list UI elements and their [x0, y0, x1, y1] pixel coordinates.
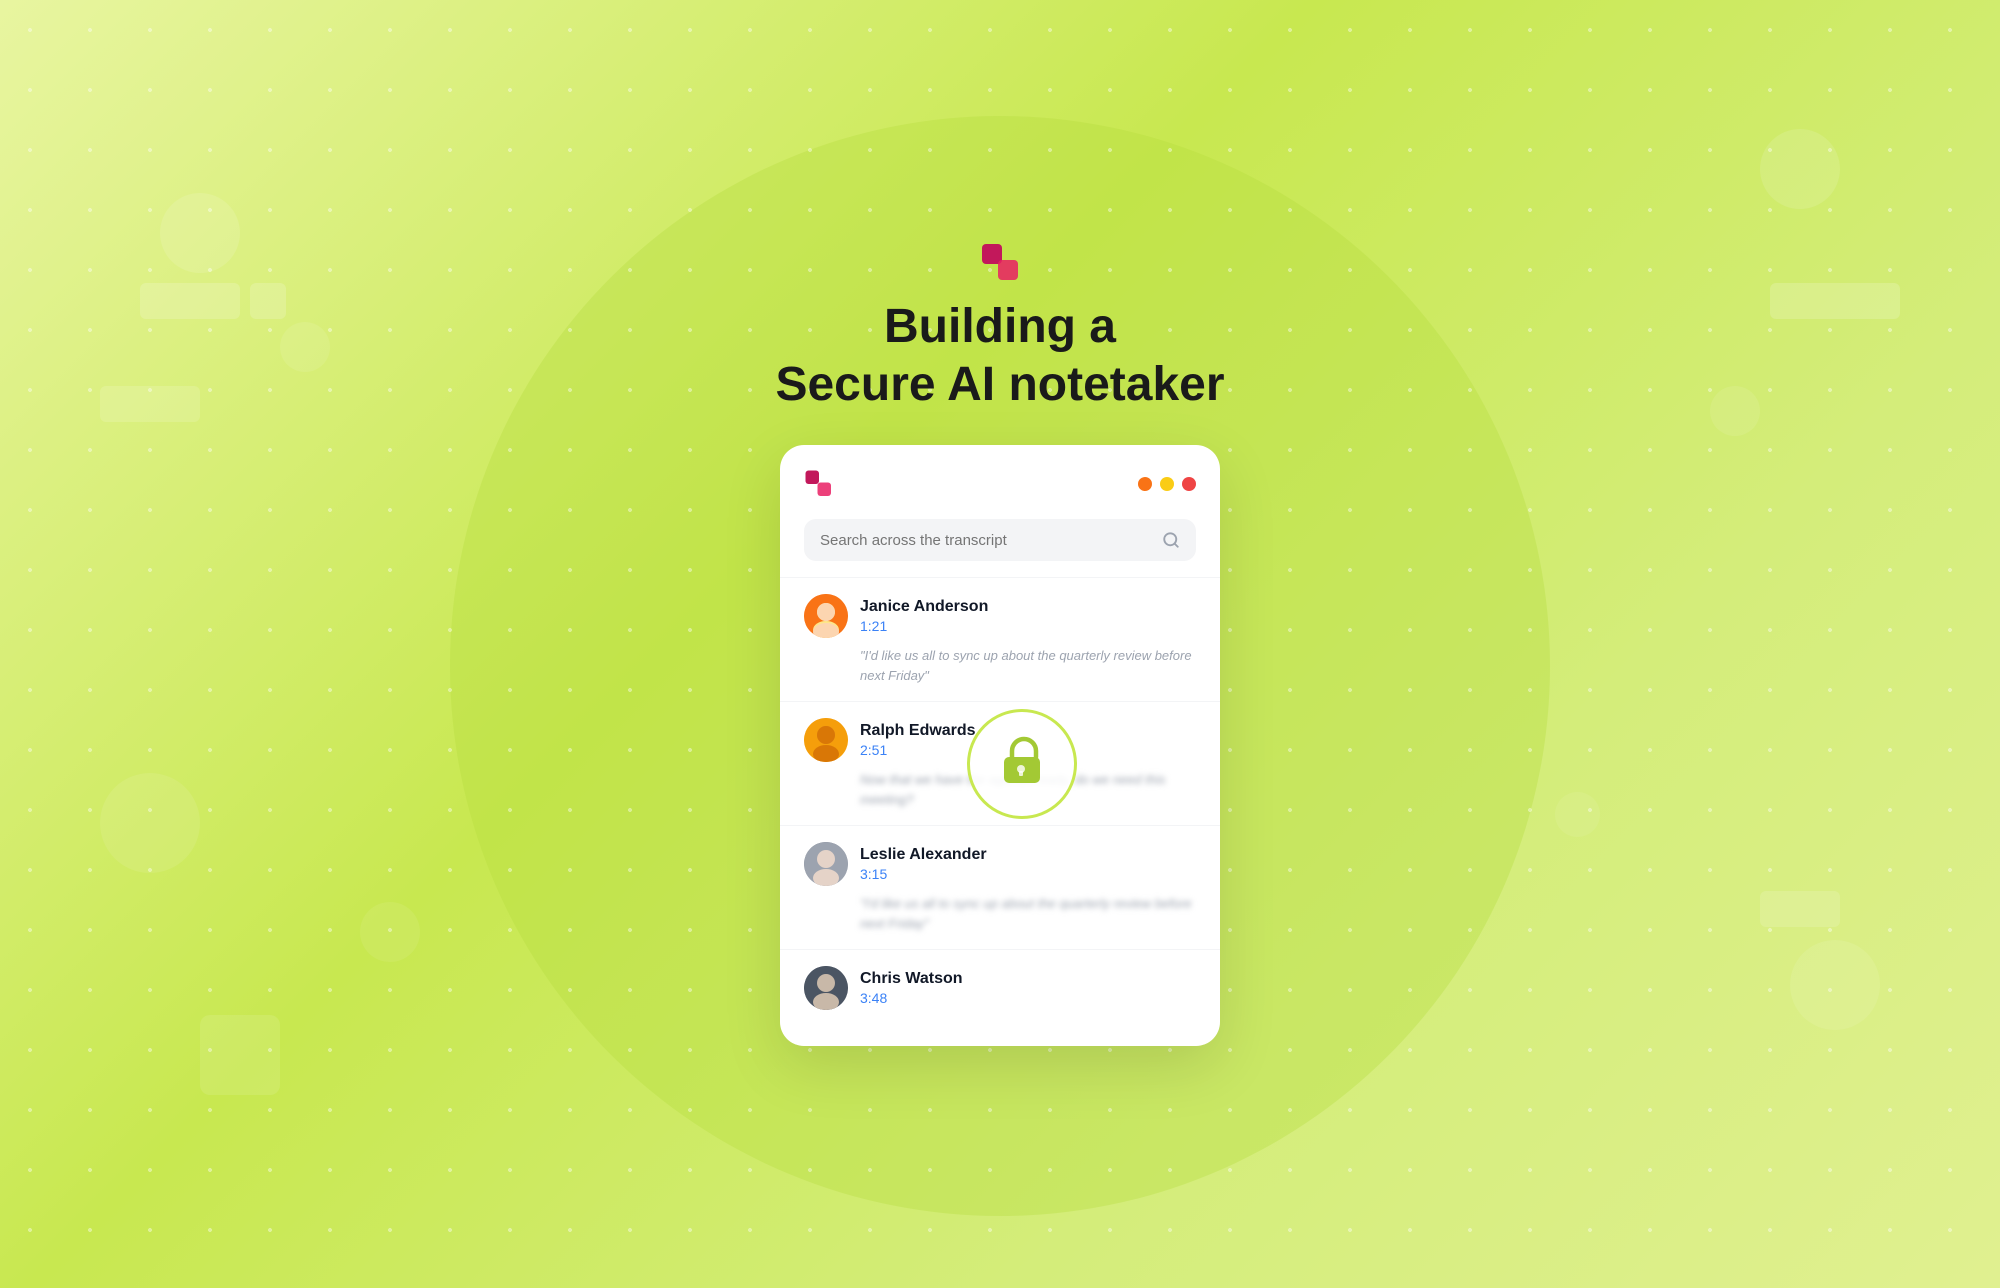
blob-7 [1790, 940, 1880, 1030]
avatar-janice [804, 594, 848, 638]
entry-leslie-time: 3:15 [860, 866, 987, 882]
avatar-leslie-image [804, 842, 848, 886]
entry-ralph: Ralph Edwards 2:51 Now that we have the … [780, 701, 1220, 825]
blob-5 [1760, 129, 1840, 209]
traffic-light-yellow [1160, 477, 1174, 491]
deco-rect-6 [1760, 891, 1840, 927]
traffic-light-orange [1138, 477, 1152, 491]
entry-janice-header: Janice Anderson 1:21 [804, 594, 1196, 638]
card-logo [804, 469, 834, 499]
page-title-line1: Building a [775, 298, 1224, 356]
traffic-lights [1138, 477, 1196, 491]
blob-4 [360, 902, 420, 962]
entry-leslie-name-time: Leslie Alexander 3:15 [860, 846, 987, 882]
entry-janice-time: 1:21 [860, 618, 988, 634]
avatar-leslie [804, 842, 848, 886]
entry-leslie-header: Leslie Alexander 3:15 [804, 842, 1196, 886]
lock-circle [967, 709, 1077, 819]
page-title-section: Building a Secure AI notetaker [775, 242, 1224, 413]
entry-ralph-time: 2:51 [860, 742, 976, 758]
deco-rect-5 [200, 1015, 280, 1095]
page-title-line2: Secure AI notetaker [775, 356, 1224, 414]
blob-2 [280, 322, 330, 372]
lock-overlay [967, 709, 1077, 819]
entry-chris-name: Chris Watson [860, 970, 963, 988]
app-card: Janice Anderson 1:21 "I'd like us all to… [780, 445, 1220, 1046]
avatar-chris-image [804, 966, 848, 1010]
entry-leslie-name: Leslie Alexander [860, 846, 987, 864]
entry-janice-name: Janice Anderson [860, 598, 988, 616]
search-input[interactable] [820, 532, 1154, 549]
blob-1 [160, 193, 240, 273]
entry-chris-header: Chris Watson 3:48 [804, 966, 1196, 1010]
entry-chris-time: 3:48 [860, 990, 963, 1006]
lock-icon [998, 733, 1046, 794]
avatar-ralph-image [804, 718, 848, 762]
entry-chris: Chris Watson 3:48 [780, 949, 1220, 1046]
entry-ralph-name-time: Ralph Edwards 2:51 [860, 722, 976, 758]
deco-rect-2 [250, 283, 286, 319]
card-logo-icon [804, 469, 834, 499]
entry-janice: Janice Anderson 1:21 "I'd like us all to… [780, 577, 1220, 701]
brand-logo-icon [980, 242, 1020, 282]
avatar-chris [804, 966, 848, 1010]
entry-leslie: Leslie Alexander 3:15 "I'd like us all t… [780, 825, 1220, 949]
search-icon [1162, 531, 1180, 549]
traffic-light-red [1182, 477, 1196, 491]
entry-ralph-name: Ralph Edwards [860, 722, 976, 740]
search-bar[interactable] [804, 519, 1196, 561]
deco-rect-4 [1770, 283, 1900, 319]
avatar-ralph [804, 718, 848, 762]
logo-mark [775, 242, 1224, 282]
transcript-list: Janice Anderson 1:21 "I'd like us all to… [780, 577, 1220, 1046]
avatar-janice-image [804, 594, 848, 638]
deco-rect-1 [140, 283, 240, 319]
content-wrapper: Building a Secure AI notetaker [775, 242, 1224, 1046]
blob-3 [100, 773, 200, 873]
entry-chris-name-time: Chris Watson 3:48 [860, 970, 963, 1006]
entry-leslie-text: "I'd like us all to sync up about the qu… [804, 894, 1196, 933]
entry-janice-name-time: Janice Anderson 1:21 [860, 598, 988, 634]
entry-janice-text: "I'd like us all to sync up about the qu… [804, 646, 1196, 685]
blob-8 [1555, 792, 1600, 837]
card-header [780, 469, 1220, 519]
deco-rect-3 [100, 386, 200, 422]
